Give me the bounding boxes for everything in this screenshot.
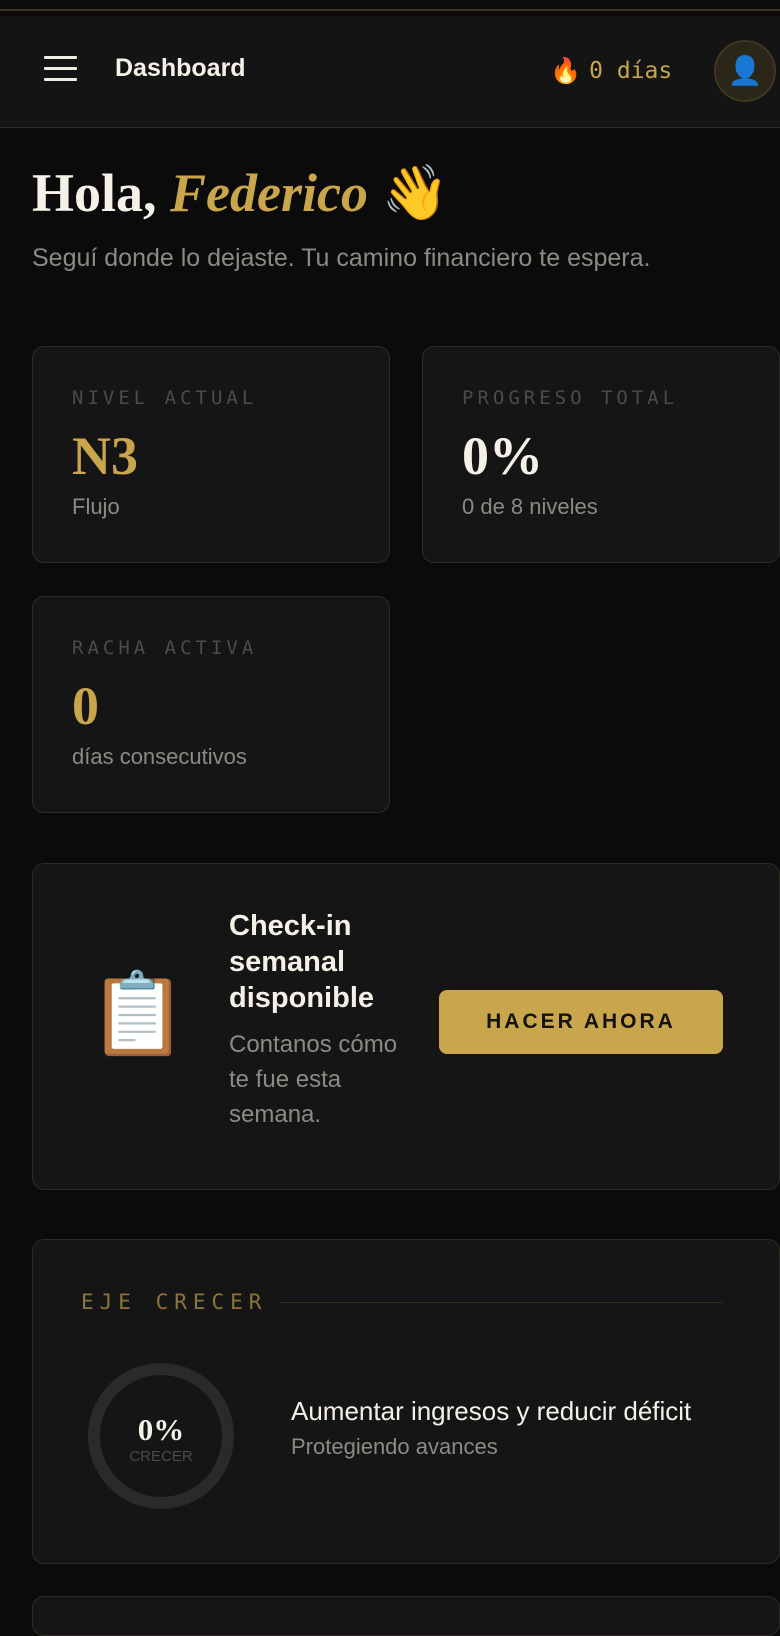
axis-card: EJE CRECER 0% CRECER Aumentar ingresos y… <box>32 1239 780 1564</box>
stat-card-level: NIVEL ACTUAL N3 Flujo <box>32 346 390 563</box>
fire-icon: 🔥 <box>550 56 582 85</box>
user-avatar-button[interactable]: 👤 <box>714 40 776 102</box>
streak-indicator: 🔥 0 días <box>550 54 672 88</box>
user-icon: 👤 <box>727 55 763 86</box>
hamburger-menu-icon[interactable] <box>44 52 78 84</box>
next-card-partial <box>32 1596 780 1636</box>
app-header: Dashboard 🔥 0 días 👤 <box>0 16 780 128</box>
top-divider <box>0 9 780 11</box>
ring-tag: CRECER <box>129 1448 193 1465</box>
greeting-subtitle: Seguí donde lo dejaste. Tu camino financ… <box>32 244 651 272</box>
stat-card-streak: RACHA ACTIVA 0 días consecutivos <box>32 596 390 813</box>
stat-sub: Flujo <box>72 494 120 519</box>
clipboard-icon: 📋 <box>88 969 188 1058</box>
axis-subtitle: Protegiendo avances <box>291 1434 498 1459</box>
checkin-card: 📋 Check-in semanal disponible Contanos c… <box>32 863 780 1190</box>
ring-percent: 0% <box>137 1412 185 1447</box>
checkin-title: Check-in semanal disponible <box>229 910 374 1014</box>
greeting-prefix: Hola, <box>32 163 171 223</box>
stat-value: 0% <box>462 426 543 486</box>
page-title: Dashboard <box>115 54 246 82</box>
user-name: Federico <box>170 163 368 223</box>
stat-label: NIVEL ACTUAL <box>72 387 258 409</box>
stat-card-progress: PROGRESO TOTAL 0% 0 de 8 niveles <box>422 346 780 563</box>
hacer-ahora-button[interactable]: HACER AHORA <box>439 990 723 1054</box>
stat-sub: 0 de 8 niveles <box>462 494 598 519</box>
stat-label: RACHA ACTIVA <box>72 637 258 659</box>
axis-title: Aumentar ingresos y reducir déficit <box>291 1396 692 1426</box>
axis-divider <box>281 1302 723 1303</box>
checkin-description: Contanos cómo te fue esta semana. <box>229 1031 398 1128</box>
stat-value: 0 <box>72 676 99 736</box>
greeting-heading: Hola, Federico 👋 <box>32 162 449 225</box>
stat-sub: días consecutivos <box>72 744 247 769</box>
streak-text: 0 días <box>589 58 673 84</box>
wave-emoji: 👋 <box>381 163 449 223</box>
stat-value: N3 <box>72 426 138 486</box>
axis-label: EJE CRECER <box>81 1290 268 1314</box>
stat-label: PROGRESO TOTAL <box>462 387 679 409</box>
